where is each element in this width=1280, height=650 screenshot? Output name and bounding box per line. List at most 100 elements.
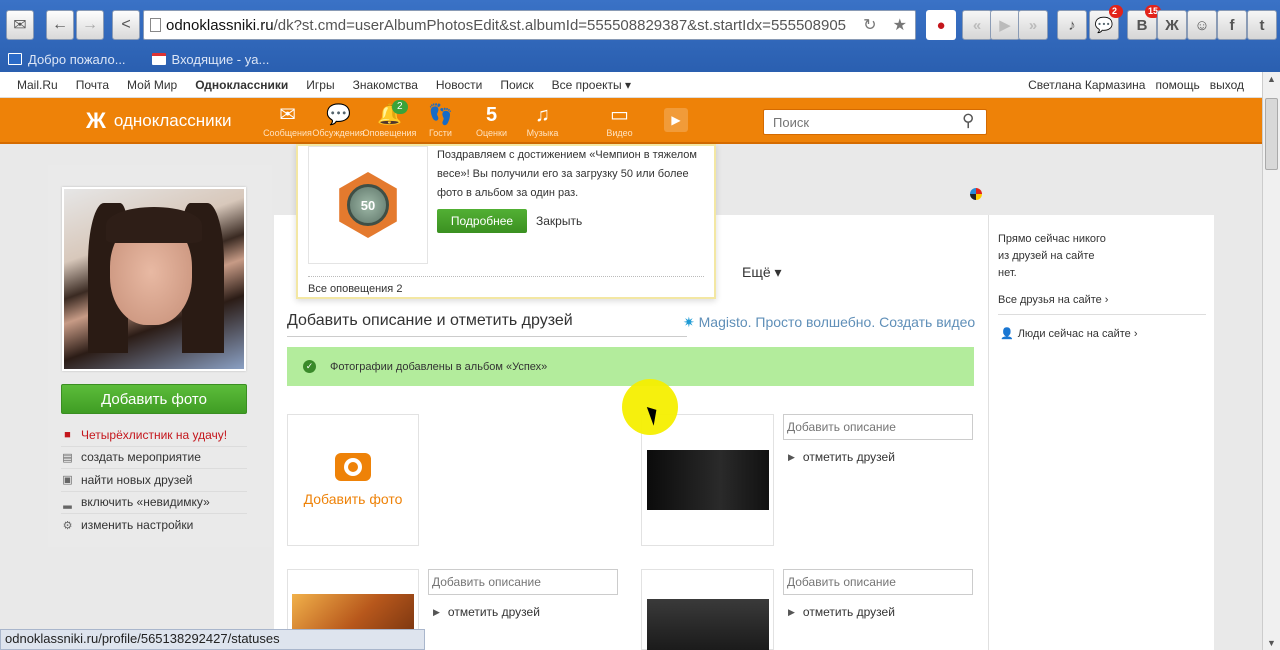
scroll-up-icon[interactable]: ▲ xyxy=(1267,74,1276,84)
left-menu-event[interactable]: ▤ создать мероприятие xyxy=(61,447,247,469)
twitter-icon[interactable]: t xyxy=(1247,10,1277,40)
left-menu-find-friends[interactable]: ▣ найти новых друзей xyxy=(61,469,247,492)
people-extension-icon[interactable]: ☺ xyxy=(1187,10,1217,40)
description-input[interactable] xyxy=(783,569,973,595)
search-link[interactable]: Поиск xyxy=(500,78,533,92)
all-friends-link[interactable]: Все друзья на сайте › xyxy=(998,294,1108,306)
odnoklassniki-link[interactable]: Одноклассники xyxy=(195,78,288,92)
ok-extension-icon[interactable]: Ж xyxy=(1157,10,1187,40)
bookmark-2[interactable]: Входящие - ya... xyxy=(151,51,270,67)
back-button[interactable]: ← xyxy=(46,10,74,40)
forward-button[interactable]: → xyxy=(76,10,104,40)
gift-icon: ■ xyxy=(64,428,71,441)
tag-friends-link[interactable]: ▶ отметить друзей xyxy=(788,450,895,464)
description-input[interactable] xyxy=(783,414,973,440)
news-link[interactable]: Новости xyxy=(436,78,482,92)
browser-chrome: ✉ ← → < odnoklassniki.ru/dk?st.cmd=userA… xyxy=(0,0,1280,72)
logout-link[interactable]: выход xyxy=(1210,78,1244,92)
menu-label: создать мероприятие xyxy=(81,450,201,465)
chat-extension-icon[interactable]: 💬 2 xyxy=(1089,5,1123,40)
games-link[interactable]: Игры xyxy=(306,78,334,92)
mailru-link[interactable]: Mail.Ru xyxy=(17,78,58,92)
address-bar[interactable]: odnoklassniki.ru/dk?st.cmd=userAlbumPhot… xyxy=(143,10,916,40)
divider xyxy=(998,314,1206,315)
photo-tile[interactable] xyxy=(641,569,774,650)
more-dropdown[interactable]: Ещё ▾ xyxy=(742,264,782,281)
reload-icon[interactable]: ↻ xyxy=(863,15,876,35)
triangle-icon: ▶ xyxy=(788,606,795,617)
facebook-icon[interactable]: f xyxy=(1217,10,1247,40)
tool-label: Видео xyxy=(606,128,633,138)
page-scrollbar[interactable]: ▲ ▼ xyxy=(1262,72,1280,650)
people-label: Люди сейчас на сайте › xyxy=(1017,327,1138,340)
myworld-link[interactable]: Мой Мир xyxy=(127,78,177,92)
mic-extension-icon[interactable]: ● xyxy=(926,10,956,40)
tool-label: Обсуждения xyxy=(312,128,365,138)
description-input[interactable] xyxy=(428,569,618,595)
play-track-icon[interactable]: ▶ xyxy=(990,10,1020,40)
bookmark-label: Входящие - ya... xyxy=(171,51,270,67)
all-projects-dropdown[interactable]: Все проекты ▾ xyxy=(552,78,631,92)
globe-icon[interactable] xyxy=(970,188,982,200)
ok-logo[interactable]: Ж одноклассники xyxy=(86,108,232,134)
status-bar: odnoklassniki.ru/profile/565138292427/st… xyxy=(0,629,425,650)
tool-messages[interactable]: ✉ Сообщения xyxy=(262,102,313,140)
mail-icon[interactable]: ✉ xyxy=(6,10,34,40)
tool-notifications[interactable]: 🔔 Оповещения 2 xyxy=(362,100,417,140)
tag-label: отметить друзей xyxy=(802,450,895,464)
tool-ratings[interactable]: 5 Оценки xyxy=(466,102,517,140)
url-domain: odnoklassniki.ru xyxy=(166,16,274,34)
left-menu-invisible[interactable]: ▂ включить «невидимку» xyxy=(61,492,247,514)
scroll-down-icon[interactable]: ▼ xyxy=(1267,638,1276,648)
help-link[interactable]: помощь xyxy=(1155,78,1199,92)
next-track-icon[interactable]: » xyxy=(1018,10,1048,40)
magisto-label: Magisto. Просто волшебно. Создать видео xyxy=(698,314,976,330)
notification-popup: 50 Поздравляем с достижением «Чемпион в … xyxy=(296,144,716,299)
tag-friends-link[interactable]: ▶ отметить друзей xyxy=(788,605,895,619)
add-photo-button[interactable]: Добавить фото xyxy=(61,384,247,414)
user-name-link[interactable]: Светлана Кармазина xyxy=(1028,78,1145,92)
invisible-icon: ▂ xyxy=(63,496,72,509)
medal-number: 50 xyxy=(347,184,389,226)
camera-icon xyxy=(335,453,371,481)
online-friends-text: Прямо сейчас никого из друзей на сайте н… xyxy=(998,233,1106,279)
search-icon[interactable]: ⚲ xyxy=(962,111,974,131)
mail-link[interactable]: Почта xyxy=(76,78,109,92)
tag-friends-link[interactable]: ▶ отметить друзей xyxy=(433,605,540,619)
bookmark-1[interactable]: Добро пожало... xyxy=(8,52,126,67)
tool-music[interactable]: ♫ Музыка xyxy=(517,102,568,140)
achievement-badge: 50 xyxy=(308,146,428,264)
tool-guests[interactable]: 👣 Гости xyxy=(415,102,466,140)
music-icon[interactable]: ♪ xyxy=(1057,10,1087,40)
prev-track-icon[interactable]: « xyxy=(962,10,992,40)
magisto-link[interactable]: ✷ Magisto. Просто волшебно. Создать виде… xyxy=(683,314,975,331)
all-notifications-link[interactable]: Все оповещения 2 xyxy=(308,283,402,295)
vk-icon[interactable]: B 15 xyxy=(1127,5,1161,40)
divider xyxy=(308,276,704,277)
ratings-icon: 5 xyxy=(485,104,498,126)
search-input[interactable] xyxy=(763,109,987,135)
tool-label: Оповещения xyxy=(362,128,417,138)
more-details-button[interactable]: Подробнее xyxy=(437,209,527,233)
discussions-icon: 💬 xyxy=(326,104,351,126)
music-play-button[interactable]: ▶ xyxy=(664,108,688,132)
tool-video[interactable]: ▭ Видео xyxy=(594,102,645,140)
page-icon xyxy=(150,18,161,32)
star-icon[interactable]: ★ xyxy=(893,15,907,35)
share-icon[interactable]: < xyxy=(112,10,140,40)
calendar-icon: ▤ xyxy=(62,451,73,464)
close-link[interactable]: Закрыть xyxy=(536,214,582,228)
people-online-link[interactable]: 👤 Люди сейчас на сайте › xyxy=(1000,327,1138,341)
photo-tile[interactable] xyxy=(641,414,774,546)
add-photo-tile[interactable]: Добавить фото xyxy=(287,414,419,546)
left-menu-clover[interactable]: ■ Четырёхлистник на удачу! xyxy=(61,424,247,447)
video-icon: ▭ xyxy=(610,104,629,126)
scrollbar-thumb[interactable] xyxy=(1265,98,1278,170)
add-photo-tile-label: Добавить фото xyxy=(303,491,403,507)
check-icon: ✓ xyxy=(303,360,316,373)
dating-link[interactable]: Знакомства xyxy=(353,78,418,92)
profile-avatar[interactable] xyxy=(62,187,246,371)
tool-discussions[interactable]: 💬 Обсуждения xyxy=(312,102,365,140)
tool-label: Музыка xyxy=(526,128,559,138)
left-menu-settings[interactable]: ⚙ изменить настройки xyxy=(61,514,247,537)
